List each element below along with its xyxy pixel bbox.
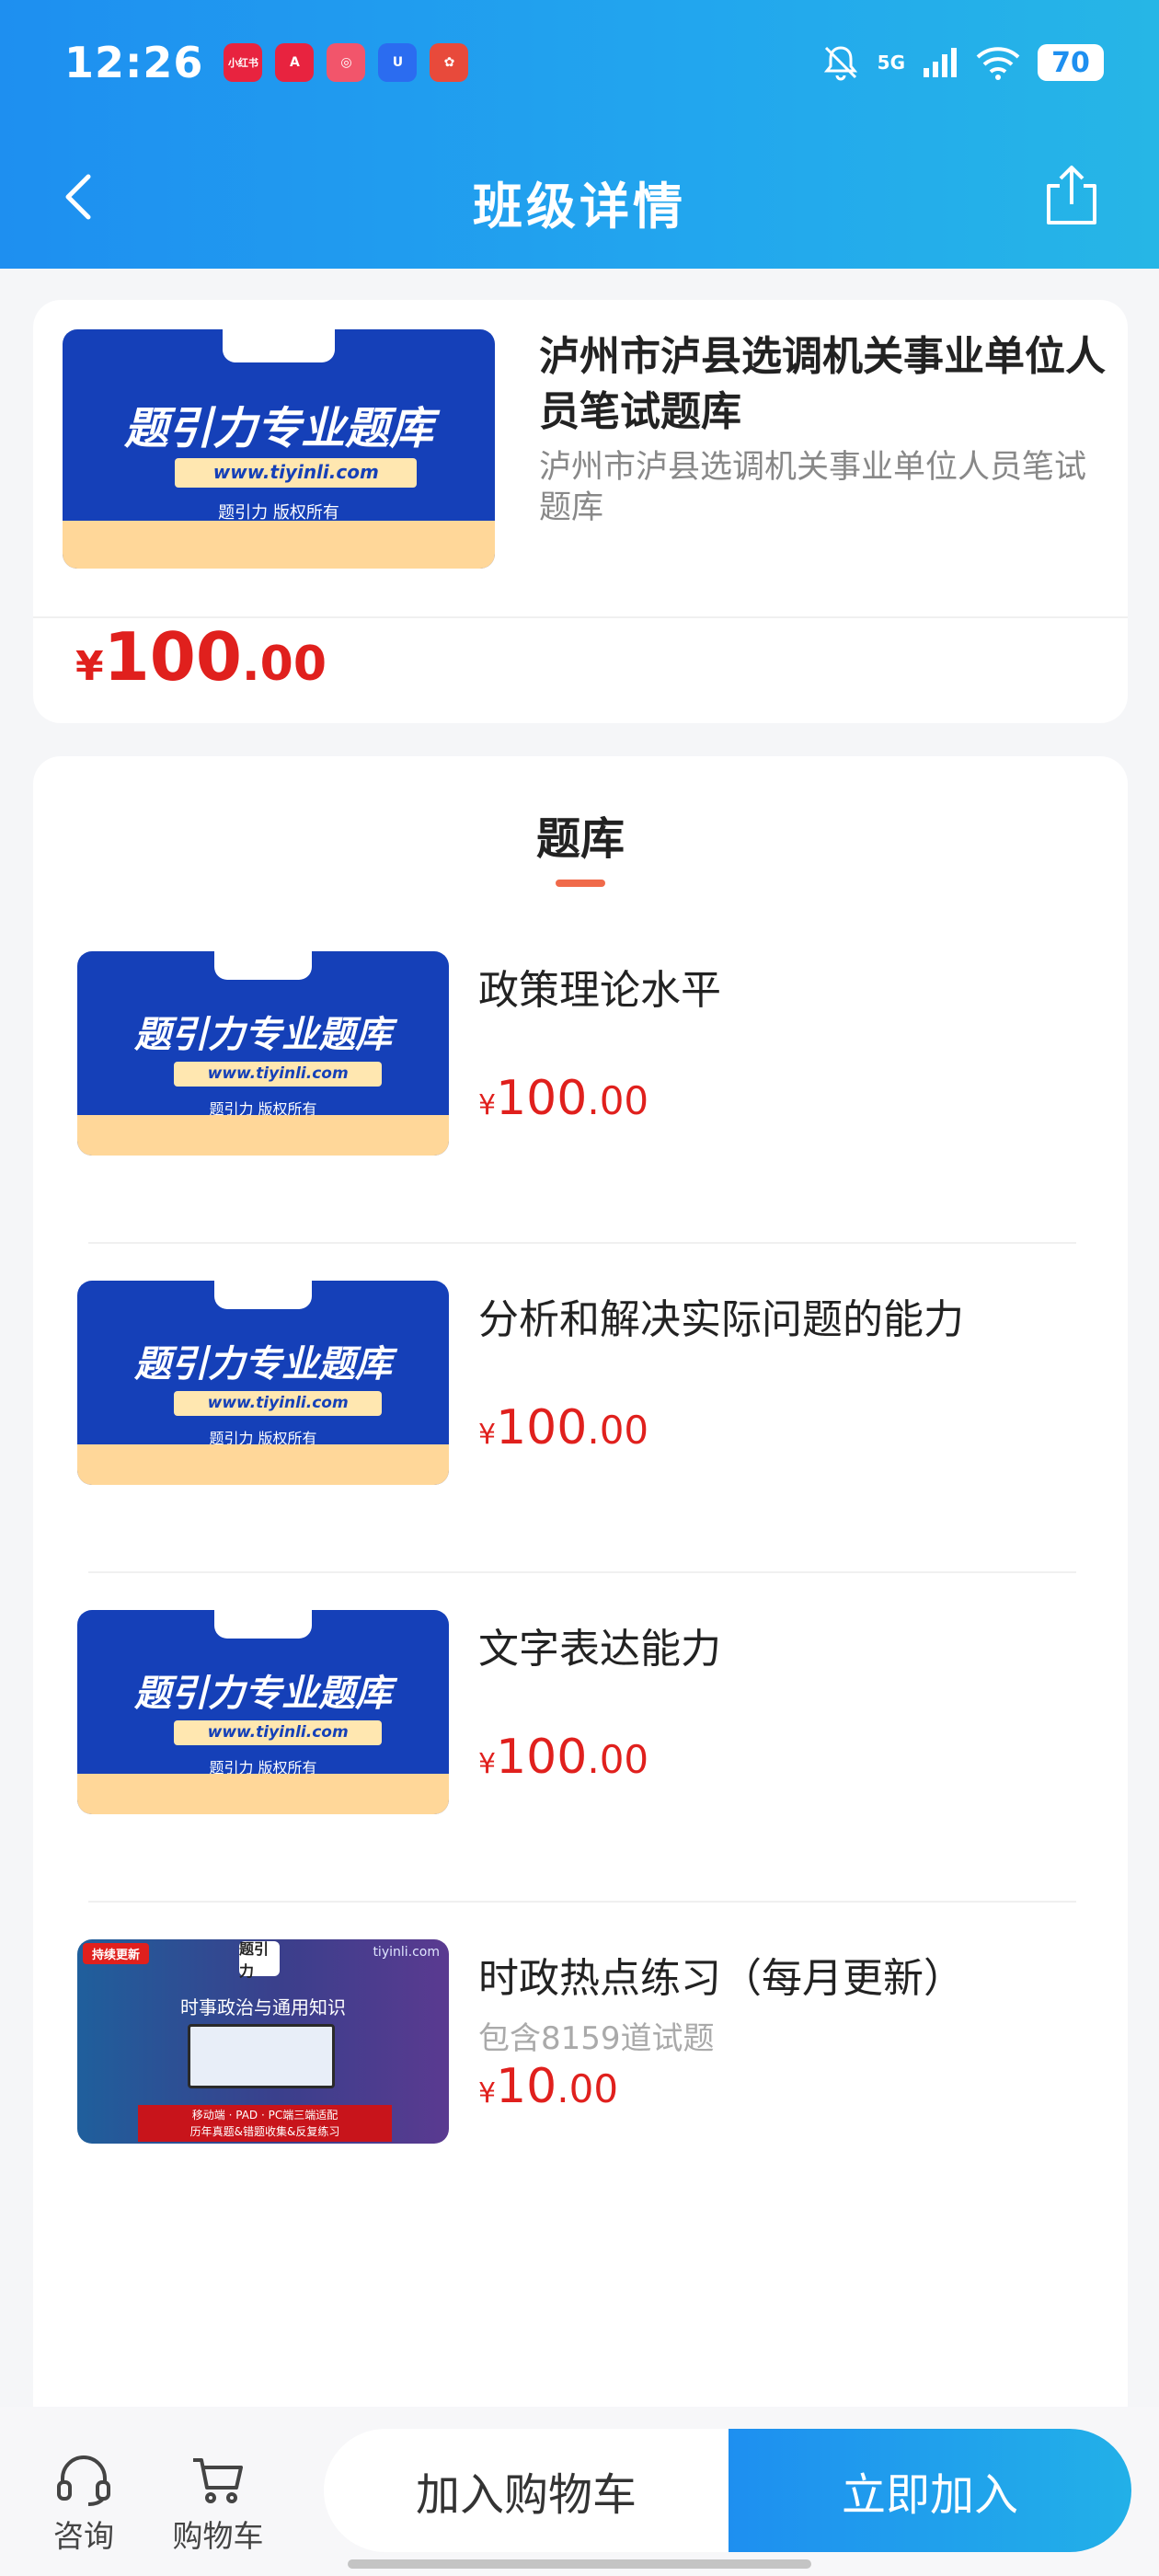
cover-headline: 题引力专业题库 [134,1672,392,1715]
bank-item-name: 文字表达能力 [478,1626,721,1673]
cart-button[interactable]: 购物车 [167,2455,269,2556]
wifi-icon [976,47,1020,80]
bank-cover-image: 题引力专业题库 www.tiyinli.com 题引力 版权所有 [77,1281,449,1485]
cover-copyright: 题引力 版权所有 [218,502,339,523]
price-decimal: .00 [241,637,327,692]
brand-logo: 题引力 [239,1940,280,1980]
bank-list-item[interactable]: 持续更新 题引力 tiyinli.com 时事政治与通用知识 移动端 · PAD… [33,1903,1128,2232]
status-time: 12:26 [64,38,204,87]
bank-cover-image: 题引力专业题库 www.tiyinli.com 题引力 版权所有 [77,951,449,1156]
battery-indicator: 70 [1038,44,1104,81]
price-integer: 100 [496,1730,588,1785]
mute-bell-icon [823,46,857,81]
cover-bottom-band [77,1114,449,1156]
price-currency: ¥ [75,643,104,690]
current-affairs-cover-image: 持续更新 题引力 tiyinli.com 时事政治与通用知识 移动端 · PAD… [77,1939,449,2144]
bank-item-question-count: 包含8159道试题 [478,2020,715,2057]
feature-line-1: 移动端 · PAD · PC端三端适配 [191,2109,339,2122]
bank-item-price: ¥100.00 [478,1400,648,1455]
update-badge: 持续更新 [83,1943,150,1964]
price-integer: 10 [496,2059,557,2114]
price-decimal: .00 [587,1078,649,1123]
bank-cover-image: 题引力专业题库 www.tiyinli.com 题引力 版权所有 [77,1610,449,1814]
bottom-action-bar: 咨询 购物车 加入购物车 立即加入 [0,2407,1159,2576]
status-right: 5G 70 [820,42,1104,83]
class-price: ¥100.00 [75,618,327,696]
app-pink-icon: ◎ [327,43,366,82]
feature-line-2: 历年真题&错题收集&反复练习 [189,2125,340,2138]
bank-item-name: 政策理论水平 [478,967,721,1014]
cover-headline: 题引力专业题库 [134,1342,392,1386]
cover-url: www.tiyinli.com [175,458,418,488]
price-decimal: .00 [587,1737,649,1782]
cover-site: tiyinli.com [373,1945,440,1960]
app-a-icon: A [275,43,315,82]
price-currency: ¥ [478,1419,497,1451]
cover-url: www.tiyinli.com [174,1061,383,1087]
consult-label: 咨询 [53,2518,114,2554]
consult-button[interactable]: 咨询 [33,2455,134,2556]
cover-brand-tab [214,951,312,981]
class-subtitle: 泸州市泸县选调机关事业单位人员笔试题库 [539,449,1087,526]
app-header: 12:26 小红书 A ◎ U ✿ 5G 70 班级详情 [0,0,1159,269]
bank-item-price: ¥100.00 [478,1730,648,1785]
question-bank-card: 题库 题引力专业题库 www.tiyinli.com 题引力 版权所有 政策理论… [33,756,1128,2431]
bank-list-item[interactable]: 题引力专业题库 www.tiyinli.com 题引力 版权所有 分析和解决实际… [33,1244,1128,1573]
home-indicator[interactable] [348,2559,811,2569]
page-title: 班级详情 [473,178,686,236]
cover-url: www.tiyinli.com [174,1719,383,1745]
nav-bar: 班级详情 [0,156,1159,239]
cover-feature-bar: 移动端 · PAD · PC端三端适配 历年真题&错题收集&反复练习 [138,2105,392,2142]
xiaohongshu-icon: 小红书 [224,43,263,82]
cover-bottom-band [63,521,495,569]
class-summary-card: 题引力专业题库 www.tiyinli.com 题引力 版权所有 泸州市泸县选调… [33,300,1128,723]
price-currency: ¥ [478,2077,497,2110]
bank-list-item[interactable]: 题引力专业题库 www.tiyinli.com 题引力 版权所有 文字表达能力 … [33,1573,1128,1903]
price-integer: 100 [103,618,242,696]
join-now-button[interactable]: 立即加入 [729,2429,1131,2552]
cover-brand-tab [214,1281,312,1310]
device-screens-illustration [188,2024,335,2088]
cover-brand-tab [214,1610,312,1639]
price-decimal: .00 [587,1408,649,1453]
price-currency: ¥ [478,1089,497,1121]
cover-headline: 题引力专业题库 [134,1013,392,1056]
bank-item-name: 分析和解决实际问题的能力 [478,1296,964,1343]
share-icon[interactable] [1041,162,1102,228]
cover-bottom-band [77,1443,449,1485]
price-currency: ¥ [478,1748,497,1780]
bank-list-item[interactable]: 题引力专业题库 www.tiyinli.com 题引力 版权所有 政策理论水平 … [33,914,1128,1244]
bank-item-price: ¥100.00 [478,1071,648,1126]
cover-brand-tab [222,329,336,363]
class-cover-image: 题引力专业题库 www.tiyinli.com 题引力 版权所有 [63,329,495,569]
status-bar: 12:26 小红书 A ◎ U ✿ 5G 70 [64,33,1104,92]
section-title: 题库 [535,813,625,865]
class-title: 泸州市泸县选调机关事业单位人员笔试题库 [539,333,1106,435]
app-u-icon: U [378,43,418,82]
headset-icon [57,2455,110,2506]
section-title-underline [556,880,605,887]
notification-app-icons: 小红书 A ◎ U ✿ [224,43,469,82]
cover-title: 时事政治与通用知识 [180,1996,346,2018]
price-integer: 100 [496,1400,588,1455]
bank-item-name: 时政热点练习（每月更新） [478,1955,964,2002]
app-heart-icon: ✿ [430,43,469,82]
cart-label: 购物车 [172,2518,264,2554]
add-to-cart-button[interactable]: 加入购物车 [324,2429,729,2552]
cover-headline: 题引力专业题库 [123,402,433,454]
cover-bottom-band [77,1773,449,1814]
bank-item-price: ¥10.00 [478,2059,618,2114]
signal-icon [924,48,957,77]
price-integer: 100 [496,1071,588,1126]
cart-icon [193,2458,243,2503]
price-decimal: .00 [557,2066,619,2111]
cover-url: www.tiyinli.com [174,1390,383,1416]
network-label: 5G [877,52,905,74]
